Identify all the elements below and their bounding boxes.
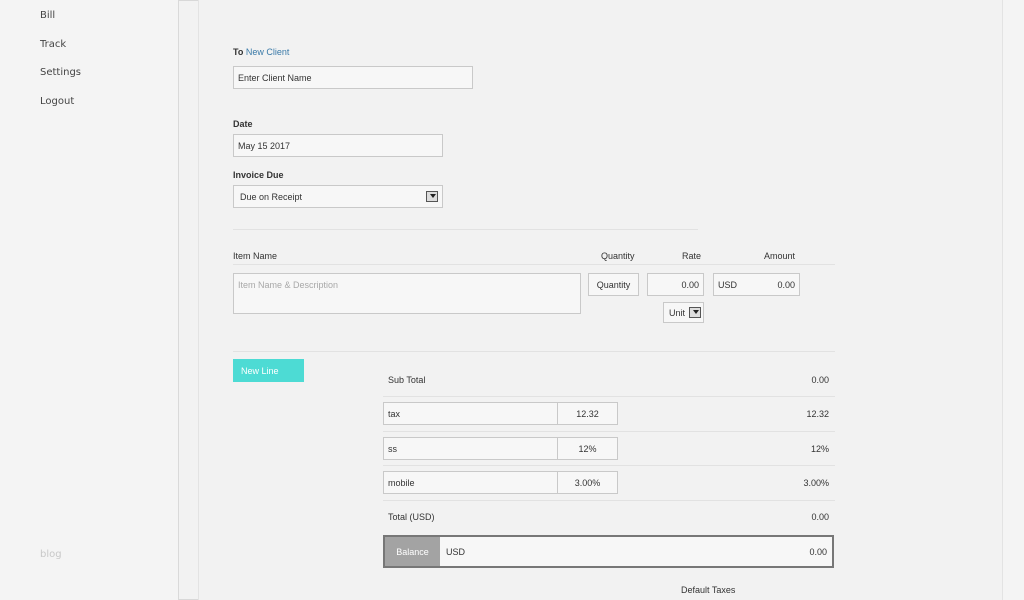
sidebar: Bill Track Settings Logout blog — [0, 0, 179, 600]
tax-name-input[interactable]: tax — [383, 402, 558, 425]
header-item-name: Item Name — [233, 251, 278, 261]
to-label: To — [233, 47, 244, 57]
to-row: To New Client — [233, 47, 289, 57]
tax-name: ss — [388, 443, 397, 454]
tax-rate-input[interactable]: 3.00% — [557, 471, 618, 494]
amount-currency: USD — [718, 279, 738, 290]
tax-amount: 3.00% — [803, 478, 829, 488]
balance-value: 0.00 — [809, 547, 827, 557]
tax-divider — [383, 431, 835, 432]
balance-box: Balance USD 0.00 — [383, 535, 834, 568]
rate-value: 0.00 — [681, 279, 699, 290]
unit-selected: Unit — [669, 307, 686, 318]
tax-name: mobile — [388, 477, 415, 488]
invoice-due-label: Invoice Due — [233, 170, 284, 180]
tax-divider — [383, 500, 835, 501]
tax-rate-input[interactable]: 12.32 — [557, 402, 618, 425]
client-name-placeholder: Enter Client Name — [238, 72, 312, 83]
date-label: Date — [233, 119, 253, 129]
header-amount: Amount — [764, 251, 796, 261]
total-label: Total (USD) — [388, 512, 435, 522]
subtotal-value: 0.00 — [811, 375, 829, 385]
amount-value: 0.00 — [777, 279, 795, 290]
tax-name-input[interactable]: mobile — [383, 471, 558, 494]
rate-input[interactable]: 0.00 — [647, 273, 704, 296]
quantity-input[interactable]: Quantity — [588, 273, 639, 296]
tax-amount: 12% — [810, 444, 829, 454]
tax-divider — [383, 465, 835, 466]
date-input[interactable]: May 15 2017 — [233, 134, 443, 157]
chevron-down-icon — [426, 191, 438, 202]
tax-rate: 3.00% — [574, 477, 601, 488]
balance-currency: USD — [446, 547, 466, 557]
sidebar-item-settings[interactable]: Settings — [40, 67, 81, 78]
sidebar-item-logout[interactable]: Logout — [40, 96, 74, 107]
client-name-input[interactable]: Enter Client Name — [233, 66, 473, 89]
tax-rate: 12.32 — [576, 408, 599, 419]
invoice-due-select[interactable]: Due on Receipt — [233, 185, 443, 208]
new-client-link[interactable]: New Client — [246, 47, 290, 57]
tax-rate: 12% — [578, 443, 597, 454]
default-taxes-link[interactable]: Default Taxes — [681, 585, 735, 595]
tax-rate-input[interactable]: 12% — [557, 437, 618, 460]
items-divider — [233, 351, 835, 352]
sidebar-item-track[interactable]: Track — [40, 39, 66, 50]
tax-name-input[interactable]: ss — [383, 437, 558, 460]
subtotal-label: Sub Total — [388, 375, 426, 385]
quantity-placeholder: Quantity — [596, 279, 631, 290]
right-margin — [1003, 0, 1024, 600]
header-divider — [233, 264, 835, 265]
divider — [233, 229, 698, 230]
header-quantity: Quantity — [601, 251, 635, 261]
balance-label: Balance — [385, 537, 440, 566]
item-description-placeholder: Item Name & Description — [238, 280, 339, 290]
invoice-due-selected: Due on Receipt — [240, 191, 303, 202]
date-value: May 15 2017 — [238, 140, 291, 151]
unit-select[interactable]: Unit — [663, 302, 704, 323]
chevron-down-icon — [689, 307, 701, 318]
blog-link[interactable]: blog — [40, 549, 62, 560]
sidebar-item-bill[interactable]: Bill — [40, 10, 55, 21]
total-value: 0.00 — [811, 512, 829, 522]
header-rate: Rate — [682, 251, 702, 261]
amount-field: USD 0.00 — [713, 273, 800, 296]
tax-name: tax — [388, 408, 401, 419]
subtotal-divider — [383, 396, 835, 397]
new-line-button[interactable]: New Line — [233, 359, 304, 382]
item-description-input[interactable]: Item Name & Description — [233, 273, 581, 314]
tax-amount: 12.32 — [806, 409, 829, 419]
